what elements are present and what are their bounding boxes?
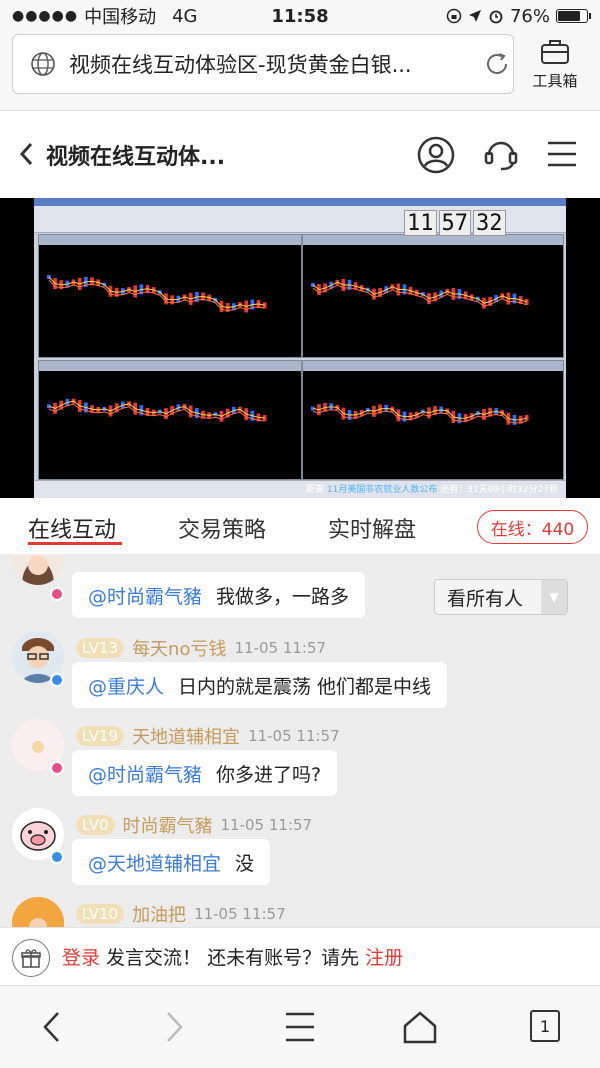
browser-bottom-nav: 1 (0, 985, 600, 1068)
username[interactable]: 每天no亏钱 (132, 635, 226, 661)
back-chevron-icon[interactable] (18, 141, 34, 167)
clock-hours: 11 (404, 210, 437, 236)
clock-seconds: 32 (473, 210, 506, 236)
back-icon[interactable] (40, 1010, 62, 1044)
menu-icon[interactable] (284, 1010, 316, 1044)
customer-service-icon[interactable] (481, 135, 521, 175)
mention-link[interactable]: @时尚霸气豬 (88, 760, 202, 787)
login-link[interactable]: 登录 (62, 947, 100, 969)
message-text: 没 (235, 852, 255, 875)
url-box[interactable]: 视频在线互动体验区-现货黄金白银... (12, 34, 514, 94)
url-title: 视频在线互动体验区-现货黄金白银... (69, 53, 412, 77)
message-text: 我做多，一路多 (216, 585, 350, 608)
browser-bar: 视频在线互动体验区-现货黄金白银... 工具箱 (0, 32, 600, 111)
message-text: 你多进了吗? (216, 763, 322, 786)
message-time: 11-05 11:57 (234, 639, 327, 657)
username[interactable]: 时尚霸气豬 (123, 812, 213, 838)
toolbox-icon (541, 40, 569, 64)
level-badge: LV13 (76, 638, 125, 658)
message-time: 11-05 11:57 (220, 816, 313, 834)
message-time: 11-05 11:57 (248, 727, 340, 745)
battery-icon (556, 9, 591, 23)
filter-label: 看所有人 (447, 587, 524, 610)
online-count-badge: 在线：440 (477, 510, 588, 544)
status-bar: ●●●●● 中国移动 4G 11:58 76% (0, 0, 600, 32)
register-link[interactable]: 注册 (365, 947, 403, 969)
mention-link[interactable]: @时尚霸气豬 (88, 582, 202, 609)
username[interactable]: 天地道辅相宜 (132, 723, 240, 749)
tab-count: 1 (539, 1016, 551, 1036)
message-meta: LV10 加油把 11-05 11:57 (76, 901, 286, 927)
avatar (12, 897, 64, 927)
login-prompt-text: 发言交流！ 还未有账号？请先 (100, 947, 366, 969)
menu-icon[interactable] (546, 139, 578, 169)
forward-icon[interactable] (164, 1010, 186, 1044)
message-text: 日内的就是震荡 他们都是中线 (178, 675, 432, 698)
level-badge: LV10 (76, 904, 125, 924)
clock-minutes: 57 (438, 210, 471, 236)
price-chart-pane (38, 360, 302, 480)
message-meta: LV13 每天no亏钱 11-05 11:57 (76, 635, 326, 661)
chat-bubble: @重庆人 日内的就是震荡 他们都是中线 (72, 662, 448, 708)
page-title: 视频在线互动体... (46, 145, 226, 170)
video-clock: 11 57 32 (404, 210, 506, 236)
gift-button[interactable] (12, 939, 50, 977)
avatar (12, 555, 64, 585)
toolbox-button[interactable]: 工具箱 (522, 36, 588, 91)
user-filter-dropdown[interactable]: 看所有人 ▼ (434, 579, 568, 615)
video-player[interactable]: 11 57 32 距离 11月美国非农就业人数公布 还有：31天09小时32分2… (0, 198, 600, 498)
chevron-down-icon: ▼ (541, 580, 567, 614)
event-countdown: 距离 11月美国非农就业人数公布 还有：31天09小时32分27秒 (306, 485, 559, 495)
price-chart-pane (38, 234, 302, 358)
trading-terminal-screen (34, 198, 566, 498)
tab-strategy[interactable]: 交易策略 (178, 512, 266, 544)
content-tabs: 在线互动 交易策略 实时解盘 在线：440 (0, 498, 600, 555)
login-prompt-bar: 登录 发言交流！ 还未有账号？请先 注册 (0, 927, 600, 986)
price-chart-pane (302, 360, 564, 480)
reload-icon[interactable] (482, 49, 512, 79)
tab-live-analysis[interactable]: 实时解盘 (328, 512, 416, 544)
active-tab-indicator (28, 542, 122, 545)
tab-live-chat[interactable]: 在线互动 (28, 512, 116, 544)
user-profile-icon[interactable] (416, 135, 456, 175)
level-badge: LV0 (76, 815, 115, 835)
chat-bubble: @时尚霸气豬 我做多，一路多 (72, 572, 366, 618)
price-chart-pane (302, 234, 564, 358)
chat-bubble: @天地道辅相宜 没 (72, 839, 271, 885)
message-meta: LV0 时尚霸气豬 11-05 11:57 (76, 812, 312, 838)
tab-count-button[interactable]: 1 (530, 1010, 560, 1042)
toolbox-label: 工具箱 (532, 72, 578, 90)
page-header: 视频在线互动体... (0, 111, 600, 198)
level-badge: LV19 (76, 726, 125, 746)
mention-link[interactable]: @天地道辅相宜 (88, 849, 221, 876)
message-meta: LV19 天地道辅相宜 11-05 11:57 (76, 723, 340, 749)
gift-icon (21, 949, 41, 968)
username[interactable]: 加油把 (132, 901, 186, 927)
chat-list: @时尚霸气豬 我做多，一路多 看所有人 ▼ LV13 每天no亏钱 11-05 … (0, 555, 600, 927)
message-time: 11-05 11:57 (194, 905, 286, 923)
home-icon[interactable] (402, 1010, 438, 1044)
globe-icon (31, 52, 55, 76)
chat-bubble: @时尚霸气豬 你多进了吗? (72, 750, 338, 796)
mention-link[interactable]: @重庆人 (88, 672, 164, 699)
status-time: 11:58 (271, 5, 329, 27)
